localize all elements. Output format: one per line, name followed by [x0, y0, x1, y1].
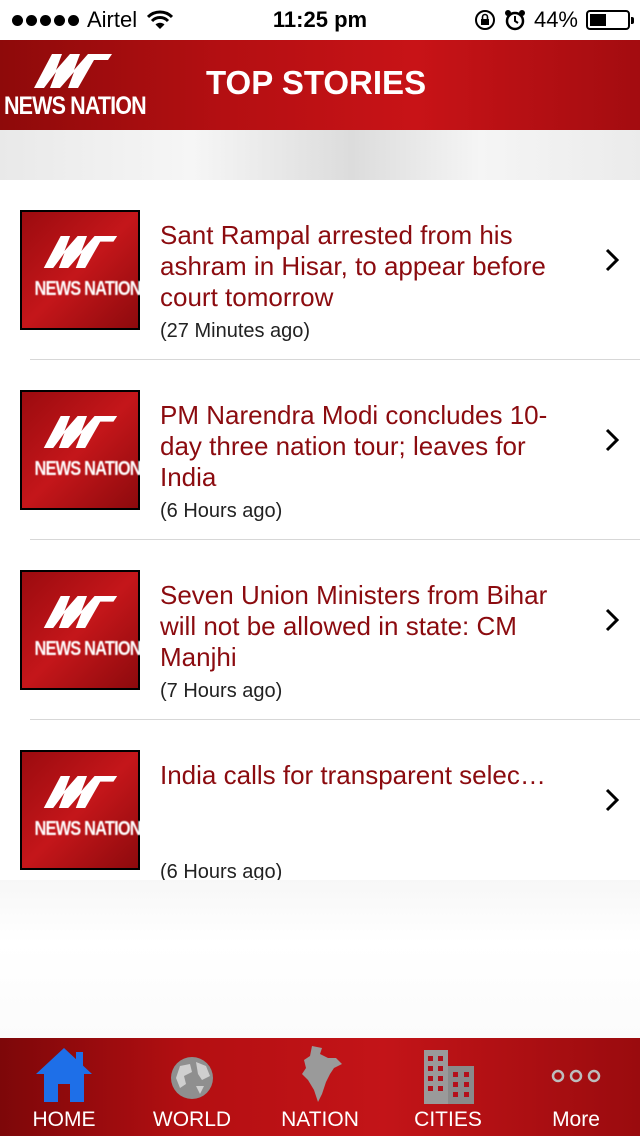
story-time: (6 Hours ago) — [160, 500, 283, 522]
page-title: TOP STORIES — [206, 64, 427, 101]
story-thumbnail: NEWS NATION — [20, 570, 142, 690]
list-background — [0, 880, 640, 1038]
story-thumbnail: NEWS NATION — [20, 390, 142, 510]
tab-nation[interactable]: NATION — [256, 1038, 384, 1136]
story-thumbnail: NEWS NATION — [20, 750, 142, 870]
tab-bar: HOME WORLD NATION CITIES More — [0, 1038, 640, 1136]
battery-icon — [586, 10, 634, 30]
chevron-right-icon[interactable] — [604, 428, 620, 452]
news-nation-logo[interactable]: NEWS NATION — [0, 40, 150, 130]
story-headline[interactable]: Seven Union Ministers from Bihar will no… — [160, 580, 580, 673]
thumbnail-brand-text: NEWS NATION — [34, 638, 141, 660]
alarm-icon — [504, 10, 525, 31]
more-dots-icon — [551, 1069, 601, 1083]
chevron-right-icon[interactable] — [604, 608, 620, 632]
nn-logo-mark — [43, 775, 118, 808]
home-icon — [36, 1048, 92, 1102]
chevron-right-icon[interactable] — [604, 248, 620, 272]
story-time: (6 Hours ago) — [160, 861, 283, 880]
thumbnail-brand-text: NEWS NATION — [34, 458, 141, 480]
tab-more[interactable]: More — [512, 1038, 640, 1136]
buildings-icon — [424, 1050, 474, 1104]
chevron-right-icon[interactable] — [604, 788, 620, 812]
tab-label: CITIES — [414, 1108, 482, 1131]
tab-label: NATION — [281, 1108, 359, 1131]
nn-logo-mark — [43, 415, 118, 448]
tab-cities[interactable]: CITIES — [384, 1038, 512, 1136]
story-thumbnail: NEWS NATION — [20, 210, 142, 330]
app-header: NEWS NATION TOP STORIES — [0, 40, 640, 130]
story-headline[interactable]: India calls for transparent selec… — [160, 760, 580, 791]
tab-world[interactable]: WORLD — [128, 1038, 256, 1136]
story-row[interactable]: NEWS NATION India calls for transparent … — [0, 720, 640, 880]
india-map-icon — [302, 1046, 342, 1102]
battery-percent: 44% — [533, 7, 578, 32]
banner-strip — [0, 130, 640, 180]
logo-text: NEWS NATION — [4, 92, 147, 120]
story-row[interactable]: NEWS NATION Seven Union Ministers from B… — [0, 540, 640, 720]
status-right: 44% — [474, 7, 634, 33]
story-headline[interactable]: Sant Rampal arrested from his ashram in … — [160, 220, 580, 313]
tab-label: WORLD — [152, 1108, 232, 1131]
story-time: (27 Minutes ago) — [160, 320, 311, 342]
tab-label: More — [552, 1108, 600, 1131]
thumbnail-brand-text: NEWS NATION — [34, 278, 141, 300]
story-headline[interactable]: PM Narendra Modi concludes 10-day three … — [160, 400, 580, 493]
status-bar: Airtel 11:25 pm 44% — [0, 0, 640, 40]
nn-logo-mark — [34, 54, 112, 88]
story-row[interactable]: NEWS NATION Sant Rampal arrested from hi… — [0, 180, 640, 360]
story-row[interactable]: NEWS NATION PM Narendra Modi concludes 1… — [0, 360, 640, 540]
story-time: (7 Hours ago) — [160, 680, 283, 702]
thumbnail-brand-text: NEWS NATION — [34, 818, 141, 840]
nn-logo-mark — [43, 235, 118, 268]
battery-fill — [590, 14, 606, 26]
tab-label: HOME — [32, 1108, 96, 1131]
rotation-lock-icon — [474, 10, 495, 30]
nn-logo-mark — [43, 595, 118, 628]
story-list: NEWS NATION Sant Rampal arrested from hi… — [0, 180, 640, 880]
tab-home[interactable]: HOME — [0, 1038, 128, 1136]
globe-icon — [171, 1057, 213, 1099]
